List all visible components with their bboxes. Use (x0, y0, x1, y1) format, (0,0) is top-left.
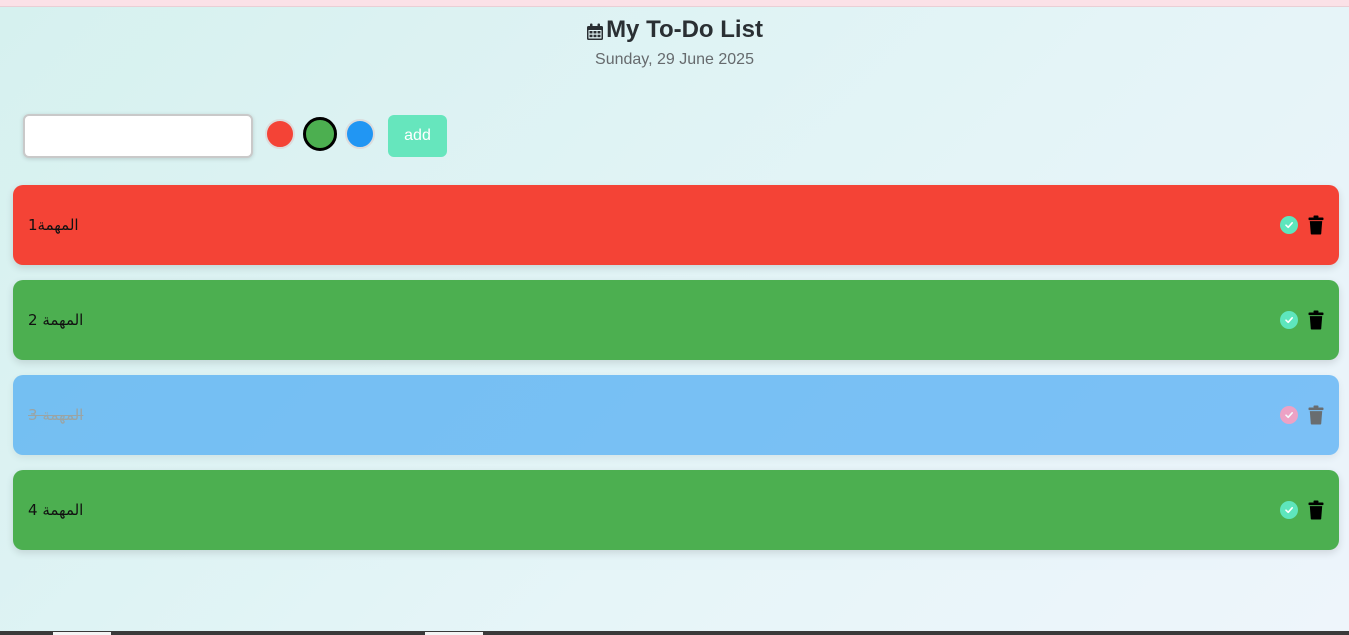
delete-trash-icon[interactable] (1308, 310, 1324, 330)
task-item[interactable]: المهمة1 (13, 185, 1339, 265)
header: My To-Do List Sunday, 29 June 2025 (0, 16, 1349, 69)
delete-trash-icon[interactable] (1308, 405, 1324, 425)
task-input[interactable] (23, 114, 253, 158)
title-text: My To-Do List (606, 16, 763, 43)
complete-check-icon[interactable] (1280, 501, 1298, 519)
browser-top-strip (0, 0, 1349, 7)
calendar-icon (587, 23, 604, 40)
taskbar-edge (0, 631, 1349, 635)
color-option-red[interactable] (265, 119, 295, 149)
task-label: المهمة 4 (28, 501, 84, 519)
task-item[interactable]: المهمة 3 (13, 375, 1339, 455)
task-item[interactable]: المهمة 4 (13, 470, 1339, 550)
complete-check-icon[interactable] (1280, 216, 1298, 234)
add-button[interactable]: add (388, 115, 447, 157)
complete-check-icon[interactable] (1280, 311, 1298, 329)
todo-app: My To-Do List Sunday, 29 June 2025 add ا… (0, 7, 1349, 570)
task-label: المهمة 2 (28, 311, 84, 329)
task-label: المهمة 3 (28, 406, 84, 424)
current-date: Sunday, 29 June 2025 (595, 51, 754, 68)
delete-trash-icon[interactable] (1308, 215, 1324, 235)
complete-check-icon[interactable] (1280, 406, 1298, 424)
color-option-blue[interactable] (345, 119, 375, 149)
task-item[interactable]: المهمة 2 (13, 280, 1339, 360)
page-title: My To-Do List (586, 16, 763, 44)
task-label: المهمة1 (28, 216, 79, 234)
color-option-green[interactable] (303, 117, 337, 151)
delete-trash-icon[interactable] (1308, 500, 1324, 520)
